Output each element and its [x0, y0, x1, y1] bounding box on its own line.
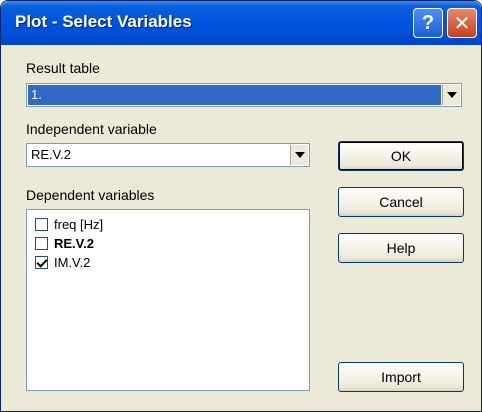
close-button[interactable]: ✕: [447, 8, 477, 38]
result-table-label: Result table: [26, 60, 100, 76]
list-item-label: IM.V.2: [54, 254, 91, 270]
import-button[interactable]: Import: [338, 362, 464, 392]
checkbox[interactable]: [35, 236, 48, 250]
independent-variable-label: Independent variable: [26, 121, 157, 137]
chevron-down-icon: [446, 92, 457, 98]
cancel-button[interactable]: Cancel: [338, 187, 464, 217]
list-item-label: freq [Hz]: [54, 216, 104, 232]
help-button[interactable]: Help: [338, 233, 464, 263]
help-title-button[interactable]: ?: [413, 8, 443, 38]
close-icon: ✕: [453, 12, 471, 35]
question-icon: ?: [421, 11, 435, 34]
ok-button[interactable]: OK: [338, 141, 464, 171]
list-item-re-v2[interactable]: RE.V.2: [35, 234, 94, 252]
result-table-value: 1.: [31, 87, 42, 102]
dependent-variables-label: Dependent variables: [26, 187, 155, 203]
list-item-freq[interactable]: freq [Hz]: [35, 215, 103, 233]
independent-variable-select[interactable]: RE.V.2: [26, 143, 310, 167]
dropdown-button[interactable]: [442, 85, 460, 105]
checkbox[interactable]: [35, 217, 48, 231]
dialog-window: Plot - Select Variables ? ✕ Result table…: [0, 0, 482, 412]
result-table-select[interactable]: 1.: [26, 83, 462, 107]
chevron-down-icon: [294, 152, 305, 158]
checkbox-checked[interactable]: [35, 255, 48, 269]
independent-variable-value: RE.V.2: [31, 147, 71, 162]
list-item-im-v2[interactable]: IM.V.2: [35, 253, 90, 271]
dropdown-button[interactable]: [290, 145, 308, 165]
list-item-label: RE.V.2: [54, 235, 94, 251]
selection-highlight: [28, 85, 441, 105]
dependent-variables-list[interactable]: freq [Hz] RE.V.2 IM.V.2: [26, 209, 310, 391]
title-bar[interactable]: Plot - Select Variables ? ✕: [1, 1, 481, 45]
window-title: Plot - Select Variables: [15, 12, 192, 31]
